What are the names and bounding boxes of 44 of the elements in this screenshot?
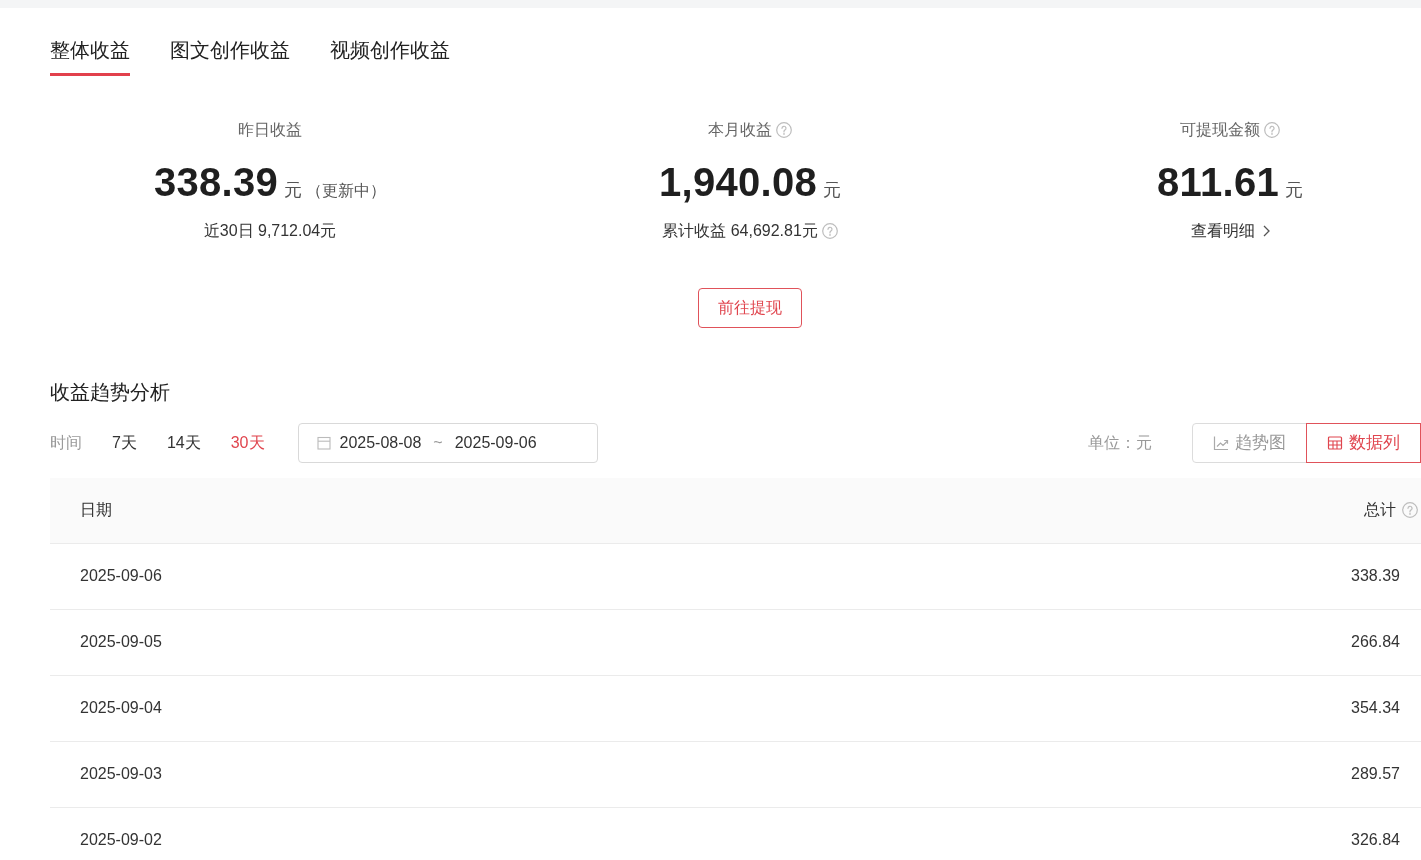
line-chart-icon [1213,435,1229,451]
stat-footer-text: 累计收益 64,692.81元 [662,221,818,241]
stat-label: 昨日收益 [238,120,302,140]
details-link[interactable]: 查看明细 [1190,219,1270,243]
filter-label: 时间 [50,433,82,453]
chevron-right-icon [1262,225,1270,237]
stat-footer-text: 近30日 9,712.04元 [203,221,337,241]
end-date: 2025-09-06 [454,433,537,453]
table-cell: 2025-09-05 [50,609,855,675]
status-note: （更新中） [306,181,387,201]
view-toggle-button[interactable]: 数据列 [1306,423,1421,463]
table-cell: 326.84 [854,807,1421,860]
unit-label: 单位：元 [1088,433,1152,453]
unit-label: 元 [284,179,303,202]
table-cell: 2025-09-06 [50,543,855,609]
tab[interactable]: 视频创作收益 [330,38,450,76]
stat-value: 1,940.08 [658,159,818,206]
table-cell: 338.39 [854,543,1421,609]
column-header: 日期 [80,500,112,521]
table-icon [1327,435,1343,451]
tab[interactable]: 整体收益 [50,38,130,76]
withdraw-button[interactable]: 前往提现 [698,288,802,328]
range-option[interactable]: 7天 [112,431,137,455]
table-cell: 2025-09-03 [50,741,855,807]
unit-label: 元 [823,179,842,202]
table-cell: 266.84 [854,609,1421,675]
stat-label: 可提现金额 [1180,120,1260,140]
stat-value: 338.39 [153,159,279,206]
tab[interactable]: 图文创作收益 [170,38,290,76]
start-date: 2025-08-08 [339,433,422,453]
date-range-field[interactable]: 2025-08-08 ~ 2025-09-06 [297,423,598,463]
unit-label: 元 [1284,179,1303,202]
table-cell: 2025-09-02 [50,807,855,860]
stat-value: 811.61 [1157,159,1279,206]
calendar-icon [316,436,331,450]
table-cell: 289.57 [854,741,1421,807]
stat-label: 本月收益 [708,120,772,140]
table-cell: 354.34 [854,675,1421,741]
range-option[interactable]: 14天 [166,431,201,455]
range-option[interactable]: 30天 [230,431,265,455]
table-cell: 2025-09-04 [50,675,855,741]
section-title: 收益趋势分析 [50,380,171,405]
range-separator: ~ [433,433,443,453]
column-header: 总计 [1364,500,1396,521]
